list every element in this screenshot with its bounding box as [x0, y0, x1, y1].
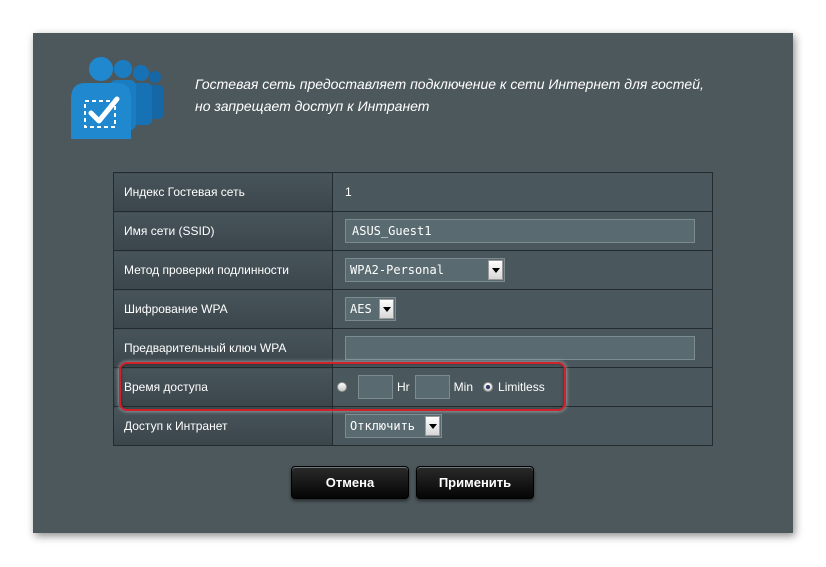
ssid-input[interactable]: ASUS_Guest1: [345, 219, 695, 243]
index-label: Индекс Гостевая сеть: [113, 172, 333, 212]
chevron-down-icon[interactable]: [425, 416, 440, 436]
row-ssid: Имя сети (SSID) ASUS_Guest1: [113, 211, 713, 251]
auth-method-value: WPA2-Personal: [350, 263, 444, 277]
row-auth: Метод проверки подлинности WPA2-Personal: [113, 250, 713, 290]
guest-network-panel: Гостевая сеть предоставляет подключение …: [33, 33, 793, 533]
minutes-input[interactable]: [414, 375, 450, 399]
guest-network-form: Индекс Гостевая сеть 1 Имя сети (SSID) A…: [113, 172, 713, 446]
row-index: Индекс Гостевая сеть 1: [113, 172, 713, 212]
psk-input[interactable]: [345, 336, 695, 360]
ssid-label: Имя сети (SSID): [113, 211, 333, 251]
cancel-button[interactable]: Отмена: [291, 466, 409, 499]
intranet-access-select[interactable]: Отключить: [345, 414, 442, 438]
auth-label: Метод проверки подлинности: [113, 250, 333, 290]
hours-input[interactable]: [358, 375, 393, 399]
description-line-2: но запрещает доступ к Интранет: [195, 98, 430, 114]
minutes-unit-label: Min: [453, 380, 474, 394]
guest-users-icon: [71, 57, 163, 139]
encryption-select[interactable]: AES: [345, 297, 396, 321]
chevron-down-icon[interactable]: [488, 260, 503, 280]
intranet-label: Доступ к Интранет: [113, 406, 333, 446]
row-psk: Предварительный ключ WPA: [113, 328, 713, 368]
hours-unit-label: Hr: [397, 380, 410, 394]
access-time-label: Время доступа: [113, 367, 333, 407]
index-value: 1: [332, 172, 713, 212]
apply-button[interactable]: Применить: [416, 466, 534, 499]
access-time-controls: Hr Min Limitless: [337, 375, 712, 399]
auth-method-select[interactable]: WPA2-Personal: [345, 258, 505, 282]
chevron-down-icon[interactable]: [379, 299, 394, 319]
limitless-label: Limitless: [498, 380, 545, 394]
description-line-1: Гостевая сеть предоставляет подключение …: [195, 76, 704, 92]
row-encryption: Шифрование WPA AES: [113, 289, 713, 329]
limitless-radio[interactable]: [483, 382, 494, 392]
time-limit-radio[interactable]: [337, 382, 347, 392]
intranet-access-value: Отключить: [350, 419, 416, 433]
guest-network-description: Гостевая сеть предоставляет подключение …: [195, 73, 775, 117]
encryption-label: Шифрование WPA: [113, 289, 333, 329]
row-access-time: Время доступа Hr Min Limitless: [113, 367, 713, 407]
row-intranet: Доступ к Интранет Отключить: [113, 406, 713, 446]
encryption-value: AES: [350, 302, 372, 316]
psk-label: Предварительный ключ WPA: [113, 328, 333, 368]
